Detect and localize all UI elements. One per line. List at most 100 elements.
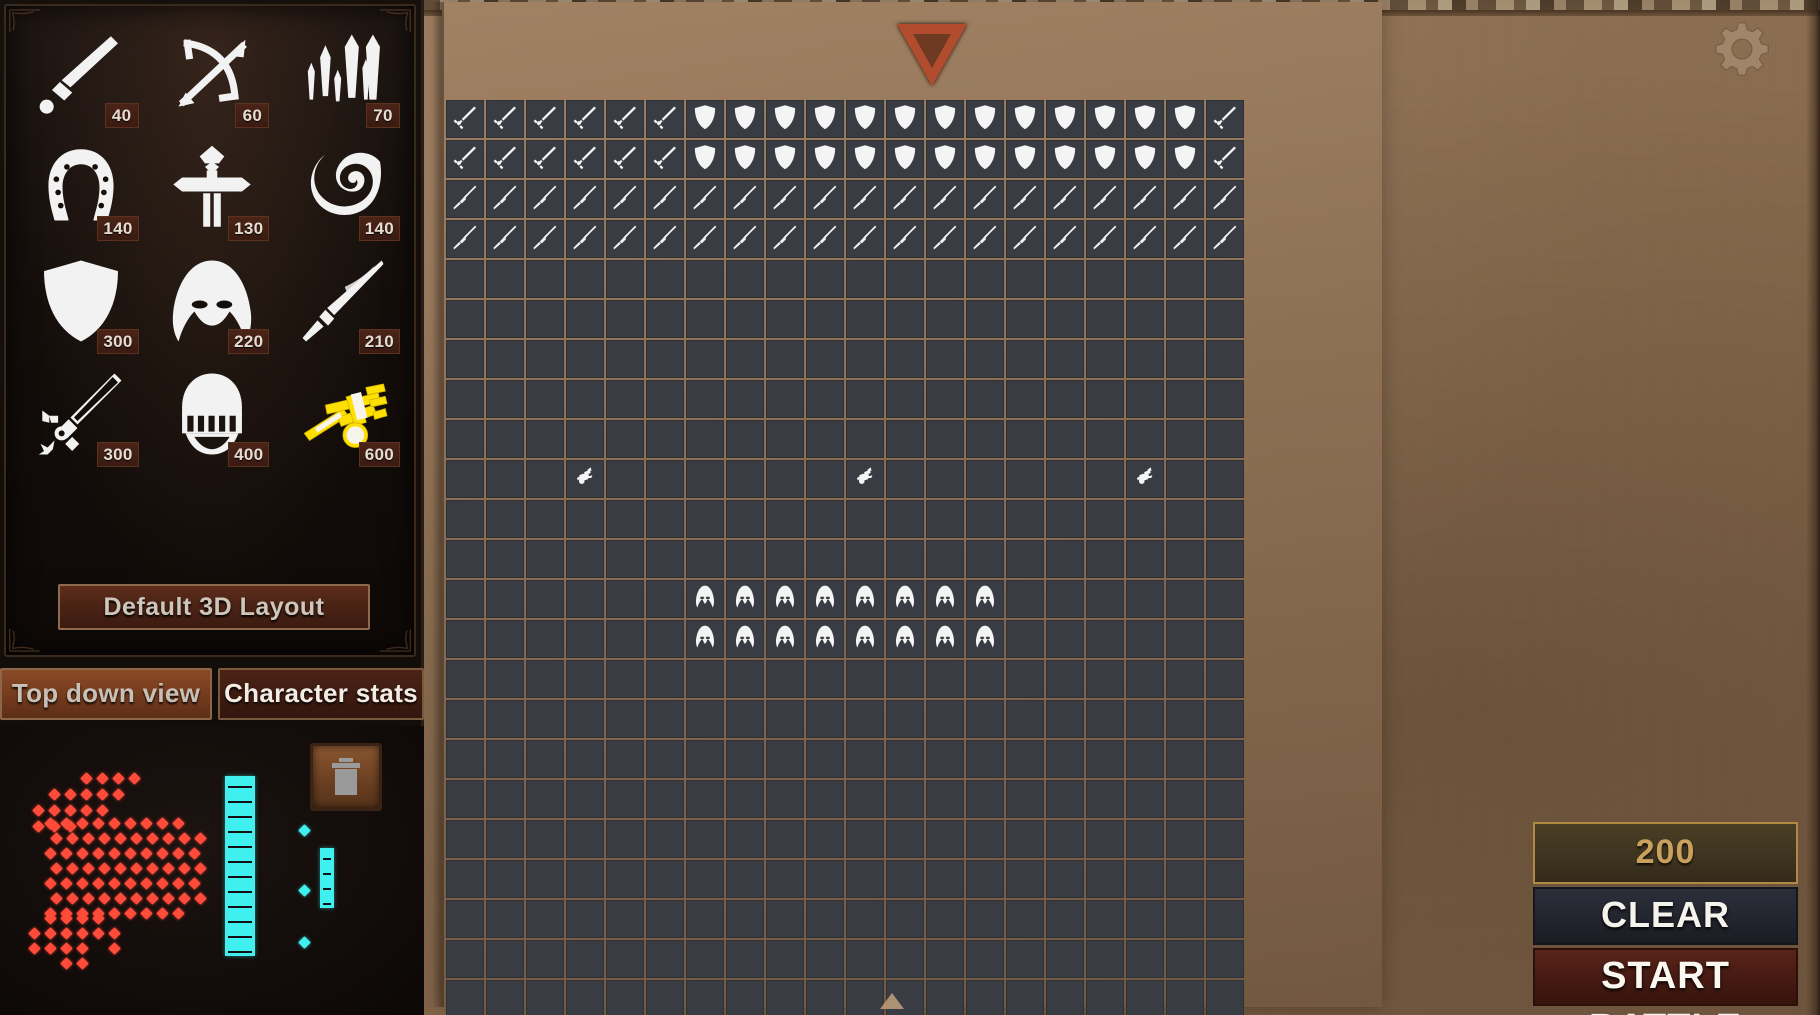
grid-cell-empty[interactable] [806,500,844,538]
grid-cell-empty[interactable] [1046,580,1084,618]
grid-cell-spear[interactable] [1166,180,1204,218]
grid-cell-empty[interactable] [1006,740,1044,778]
grid-cell-empty[interactable] [446,460,484,498]
grid-cell-empty[interactable] [966,700,1004,738]
grid-cell-empty[interactable] [1086,500,1124,538]
grid-cell-empty[interactable] [846,900,884,938]
grid-cell-empty[interactable] [1006,660,1044,698]
grid-cell-shield[interactable] [1086,100,1124,138]
grid-cell-empty[interactable] [646,540,684,578]
grid-cell-empty[interactable] [606,860,644,898]
grid-cell-empty[interactable] [726,740,764,778]
grid-cell-shield[interactable] [686,100,724,138]
grid-cell-empty[interactable] [526,340,564,378]
grid-cell-empty[interactable] [806,540,844,578]
grid-cell-empty[interactable] [846,500,884,538]
shop-unit-crusader[interactable]: 130 [147,131,278,244]
grid-cell-empty[interactable] [1046,700,1084,738]
grid-cell-empty[interactable] [966,380,1004,418]
grid-cell-empty[interactable] [526,460,564,498]
grid-cell-empty[interactable] [1206,580,1244,618]
grid-cell-sword[interactable] [526,100,564,138]
grid-cell-empty[interactable] [526,900,564,938]
grid-cell-empty[interactable] [1046,660,1084,698]
grid-cell-empty[interactable] [446,260,484,298]
grid-cell-empty[interactable] [526,860,564,898]
grid-cell-empty[interactable] [1126,700,1164,738]
grid-cell-spear[interactable] [1206,180,1244,218]
grid-cell-empty[interactable] [1166,740,1204,778]
grid-cell-hood[interactable] [726,620,764,658]
grid-cell-empty[interactable] [926,420,964,458]
grid-cell-empty[interactable] [686,420,724,458]
grid-cell-empty[interactable] [1166,300,1204,338]
grid-cell-empty[interactable] [846,340,884,378]
grid-cell-shield[interactable] [726,100,764,138]
grid-cell-sword[interactable] [1206,100,1244,138]
grid-cell-sword[interactable] [446,140,484,178]
tab-character-stats[interactable]: Character stats [218,668,424,720]
grid-cell-empty[interactable] [606,500,644,538]
grid-cell-empty[interactable] [486,660,524,698]
grid-cell-empty[interactable] [1126,740,1164,778]
grid-cell-empty[interactable] [1046,460,1084,498]
grid-cell-empty[interactable] [886,820,924,858]
grid-cell-empty[interactable] [1206,900,1244,938]
grid-cell-shield[interactable] [686,140,724,178]
grid-cell-empty[interactable] [886,380,924,418]
grid-cell-empty[interactable] [806,660,844,698]
start-battle-button[interactable]: START BATTLE [1533,948,1798,1015]
grid-cell-empty[interactable] [526,420,564,458]
grid-cell-empty[interactable] [686,740,724,778]
grid-cell-empty[interactable] [1166,420,1204,458]
grid-cell-empty[interactable] [1046,820,1084,858]
grid-cell-empty[interactable] [606,980,644,1015]
grid-cell-empty[interactable] [446,780,484,818]
grid-cell-sword[interactable] [566,140,604,178]
grid-cell-shield[interactable] [966,140,1004,178]
grid-cell-empty[interactable] [1046,860,1084,898]
grid-cell-empty[interactable] [686,500,724,538]
grid-cell-empty[interactable] [1126,260,1164,298]
grid-cell-empty[interactable] [566,700,604,738]
grid-cell-empty[interactable] [686,340,724,378]
grid-cell-empty[interactable] [886,700,924,738]
grid-cell-hood[interactable] [966,580,1004,618]
trash-icon[interactable] [310,743,382,811]
grid-cell-spear[interactable] [1006,180,1044,218]
shop-unit-assassin[interactable]: 220 [147,244,278,357]
grid-cell-empty[interactable] [486,620,524,658]
grid-cell-empty[interactable] [766,700,804,738]
grid-cell-empty[interactable] [806,260,844,298]
grid-cell-empty[interactable] [1086,780,1124,818]
grid-cell-empty[interactable] [526,660,564,698]
grid-cell-empty[interactable] [1206,780,1244,818]
grid-cell-empty[interactable] [926,260,964,298]
grid-cell-empty[interactable] [646,620,684,658]
grid-cell-spear[interactable] [646,220,684,258]
grid-cell-empty[interactable] [766,780,804,818]
grid-cell-empty[interactable] [486,700,524,738]
grid-cell-empty[interactable] [446,940,484,978]
grid-cell-spear[interactable] [446,180,484,218]
grid-cell-empty[interactable] [886,660,924,698]
grid-cell-empty[interactable] [1046,540,1084,578]
grid-cell-empty[interactable] [806,460,844,498]
shop-unit-lancer[interactable]: 210 [277,244,408,357]
grid-cell-sword[interactable] [486,140,524,178]
grid-cell-shield[interactable] [766,140,804,178]
grid-cell-empty[interactable] [766,500,804,538]
shop-unit-spearmen[interactable]: 70 [277,18,408,131]
grid-cell-empty[interactable] [1206,540,1244,578]
grid-cell-empty[interactable] [646,340,684,378]
grid-cell-empty[interactable] [1006,300,1044,338]
grid-cell-empty[interactable] [726,300,764,338]
grid-cell-empty[interactable] [726,860,764,898]
grid-cell-empty[interactable] [1126,620,1164,658]
grid-cell-hood[interactable] [686,580,724,618]
grid-cell-empty[interactable] [1126,860,1164,898]
grid-cell-empty[interactable] [1006,700,1044,738]
grid-cell-empty[interactable] [646,820,684,858]
grid-cell-empty[interactable] [926,780,964,818]
shop-unit-sword[interactable]: 40 [16,18,147,131]
